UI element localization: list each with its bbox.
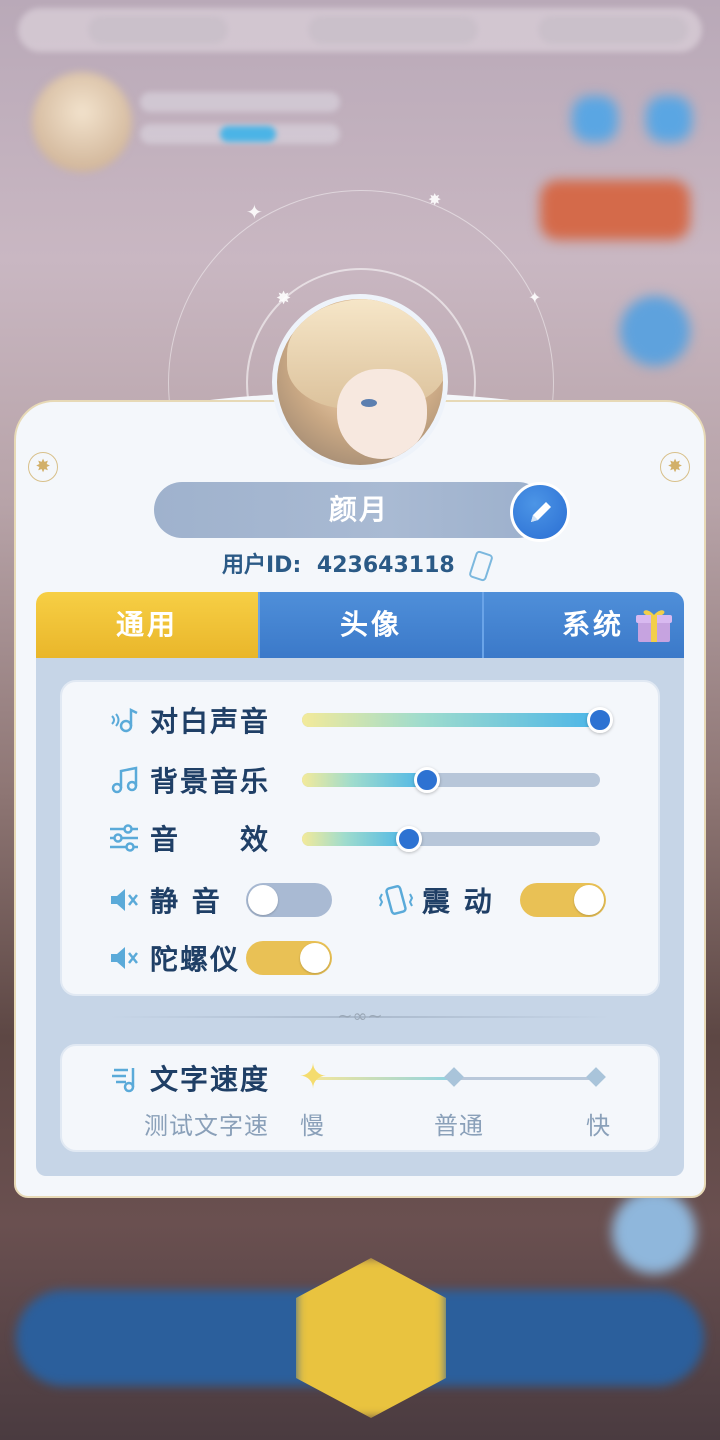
- divider-ornament-icon: ~∞~: [337, 1006, 383, 1027]
- text-speed-label: 文字速度: [150, 1063, 271, 1096]
- slider-thumb[interactable]: [414, 767, 440, 793]
- sparkle-icon: ✦: [528, 288, 542, 307]
- tab-system[interactable]: 系统: [482, 592, 684, 658]
- toggle-knob: [248, 885, 278, 915]
- background-name-bar: [140, 92, 340, 112]
- toggle-knob: [574, 885, 604, 915]
- background-decor: [540, 180, 690, 240]
- sparkle-icon: ✸: [428, 190, 442, 209]
- text-speed-preview: 测试文字速: [144, 1112, 269, 1140]
- avatar-face: [337, 369, 427, 459]
- slider-fill: [302, 832, 409, 846]
- edit-name-button[interactable]: [510, 482, 570, 542]
- mute-label: 静 音: [150, 885, 222, 918]
- gyroscope-toggle[interactable]: [246, 941, 332, 975]
- dialogue-voice-label: 对白声音: [150, 705, 271, 738]
- slider-fill: [302, 713, 600, 727]
- sfx-slider[interactable]: [302, 826, 600, 852]
- user-id-value: 423643118: [316, 553, 455, 578]
- player-name: 颜月: [328, 493, 389, 526]
- speaker-mute-icon: [111, 889, 138, 911]
- gift-icon: [636, 610, 672, 642]
- toggle-knob: [300, 943, 330, 973]
- background-avatar: [32, 72, 132, 172]
- sparkle-icon: ✸: [276, 288, 292, 309]
- bottom-nav-center-blurred: [296, 1258, 446, 1418]
- pencil-icon: [531, 502, 551, 522]
- sfx-label: 音 效: [150, 823, 271, 856]
- background-level-fill: [220, 126, 276, 142]
- corner-star-icon: ✸: [660, 452, 690, 482]
- vibration-label: 震 动: [422, 885, 494, 918]
- speed-option-slow[interactable]: 慢: [300, 1106, 325, 1141]
- sparkle-icon: ✦: [246, 200, 263, 224]
- settings-tabs: 通用 头像 系统: [36, 592, 684, 658]
- avatar-eye: [361, 399, 377, 407]
- speed-option-fast[interactable]: 快: [586, 1106, 611, 1141]
- slider-thumb[interactable]: [587, 707, 613, 733]
- user-id-row: 用户ID: 423643118: [222, 548, 495, 584]
- speaker-mute-icon: [111, 947, 138, 969]
- tab-avatar[interactable]: 头像: [258, 592, 482, 658]
- text-speed-icon: [112, 1068, 135, 1093]
- background-icon: [572, 96, 618, 142]
- mute-toggle[interactable]: [246, 883, 332, 917]
- slider-fill: [302, 773, 427, 787]
- resource-slot: [308, 16, 478, 44]
- bgm-label: 背景音乐: [150, 765, 271, 798]
- slider-thumb[interactable]: [396, 826, 422, 852]
- background-icon: [620, 296, 690, 366]
- bgm-slider[interactable]: [302, 767, 600, 793]
- profile-avatar[interactable]: [272, 294, 448, 470]
- vibration-icon: [378, 885, 414, 915]
- voice-note-icon: [111, 707, 138, 733]
- speed-fill: [312, 1077, 454, 1080]
- text-speed-slider[interactable]: [312, 1067, 606, 1087]
- background-icon: [612, 1190, 696, 1274]
- resource-slot: [88, 16, 228, 44]
- speed-option-normal[interactable]: 普通: [434, 1106, 484, 1141]
- resource-bar-blurred: [18, 8, 702, 52]
- tab-general[interactable]: 通用: [36, 592, 258, 658]
- music-note-icon: [111, 766, 138, 794]
- vibration-toggle[interactable]: [520, 883, 606, 917]
- gyroscope-label: 陀螺仪: [150, 943, 241, 976]
- background-icon: [646, 96, 692, 142]
- tab-system-label: 系统: [562, 608, 625, 641]
- corner-star-icon: ✸: [28, 452, 58, 482]
- user-id-label: 用户ID:: [222, 553, 302, 578]
- resource-slot: [538, 16, 688, 44]
- dialogue-voice-slider[interactable]: [302, 707, 613, 733]
- speed-selected-star-icon[interactable]: ✦: [298, 1060, 328, 1094]
- equalizer-icon: [110, 824, 138, 852]
